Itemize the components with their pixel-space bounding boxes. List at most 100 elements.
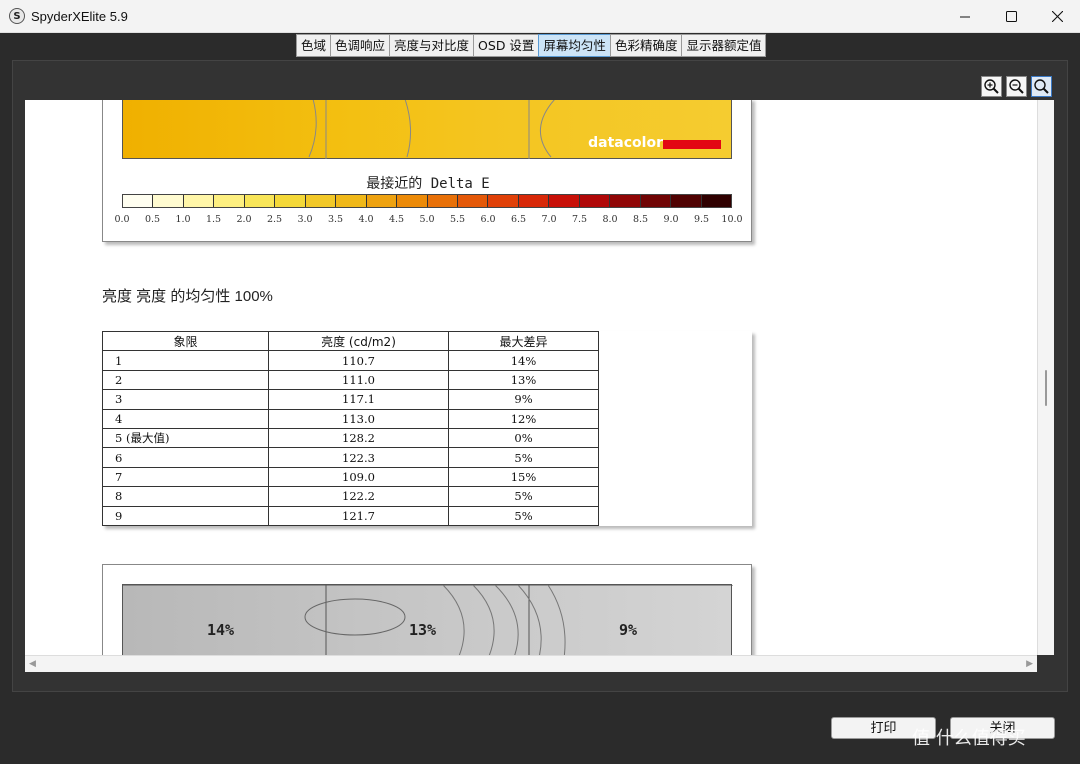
legend-title: 最接近的 Delta E <box>366 176 490 192</box>
legend-tick-label: 8.0 <box>602 214 618 225</box>
legend-tick-label: 2.0 <box>236 214 252 225</box>
zoom-out-icon <box>1009 79 1024 94</box>
legend-tick-label: 0.0 <box>114 214 130 225</box>
legend-segment <box>579 195 611 207</box>
table-row: 7 109.0 15% <box>102 466 599 488</box>
legend-tick-label: 7.0 <box>541 214 557 225</box>
legend-segment <box>549 195 580 207</box>
legend-tick-label: 9.0 <box>663 214 679 225</box>
window-controls <box>942 0 1080 33</box>
delta-e-legend-labels: 0.0 0.5 1.0 1.5 2.0 2.5 3.0 3.5 4.0 4.5 5.0 5.5 6.0 6… <box>114 214 752 226</box>
difference-cell: 5% <box>448 505 599 526</box>
legend-segment <box>701 195 732 207</box>
legend-tick-label: 6.0 <box>480 214 496 225</box>
zoom-toolbar <box>981 76 1052 97</box>
zoom-in-button[interactable] <box>981 76 1002 97</box>
zoom-fit-button[interactable] <box>1031 76 1052 97</box>
vertical-scroll-thumb[interactable] <box>1045 370 1047 406</box>
legend-tick-label: 0.5 <box>144 214 161 225</box>
tab-tone-response[interactable]: 色调响应 <box>330 34 390 57</box>
legend-tick-label: 6.5 <box>510 214 527 225</box>
quadrant-cell: 7 <box>102 466 269 488</box>
legend-segment <box>427 195 458 207</box>
quadrant-cell: 3 <box>102 389 269 410</box>
difference-cell: 0% <box>448 427 599 449</box>
quadrant-cell: 6 <box>102 447 269 468</box>
luminance-cell: 121.7 <box>268 505 449 526</box>
table-row: 9 121.7 5% <box>102 505 599 526</box>
legend-tick-label: 7.5 <box>571 214 588 225</box>
quadrant-cell: 4 <box>102 408 269 429</box>
luminance-cell: 113.0 <box>268 408 449 429</box>
legend-segment <box>397 195 428 207</box>
scroll-left-icon[interactable]: ◀ <box>29 659 36 669</box>
legend-segment <box>336 195 367 207</box>
legend-segment <box>366 195 398 207</box>
scroll-right-icon[interactable]: ▶ <box>1026 659 1033 669</box>
column-header-luminance: 亮度 (cd/m2) <box>268 330 449 352</box>
tab-screen-uniformity[interactable]: 屏幕均匀性 <box>538 34 610 57</box>
table-row: 8 122.2 5% <box>102 486 599 507</box>
tab-display-rating[interactable]: 显示器额定值 <box>681 34 767 57</box>
luminance-table-card: 象限 亮度 (cd/m2) 最大差异 1 110.7 14% 2 111.0 13% 3… <box>102 330 752 526</box>
luminance-cell: 111.0 <box>268 369 449 391</box>
title-bar: S SpyderXElite 5.9 <box>0 0 1080 33</box>
legend-tick-label: 4.0 <box>358 214 374 225</box>
legend-tick-label: 4.5 <box>388 214 405 225</box>
close-window-button[interactable] <box>1034 0 1080 33</box>
quadrant-cell: 2 <box>102 369 269 391</box>
legend-segment <box>214 195 245 207</box>
table-row: 4 113.0 12% <box>102 408 599 429</box>
close-icon <box>1051 11 1063 22</box>
uniformity-map-card: datacolor 最接近的 Delta E 0.0 0.5 1.0 1.5 2.0 2.… <box>102 100 752 242</box>
legend-tick-label: 1.5 <box>205 214 222 225</box>
quadrant-3-label: 9% <box>619 621 638 639</box>
quadrant-cell: 8 <box>102 486 269 507</box>
window-title: SpyderXElite 5.9 <box>31 8 128 24</box>
column-header-max-difference: 最大差异 <box>448 330 599 352</box>
legend-segment <box>457 195 489 207</box>
legend-tick-label: 10.0 <box>721 214 743 225</box>
difference-cell: 5% <box>448 447 599 468</box>
difference-cell: 12% <box>448 408 599 429</box>
quadrant-2-label: 13% <box>409 621 437 639</box>
tab-brightness-contrast[interactable]: 亮度与对比度 <box>389 34 474 57</box>
app-icon: S <box>9 8 25 24</box>
minimize-button[interactable] <box>942 0 988 33</box>
horizontal-scrollbar[interactable]: ◀ ▶ <box>25 655 1037 672</box>
difference-cell: 5% <box>448 486 599 507</box>
legend-segment <box>244 195 276 207</box>
legend-segment <box>183 195 215 207</box>
table-row: 3 117.1 9% <box>102 389 599 410</box>
minimize-icon <box>960 16 970 17</box>
quadrant-cell: 1 <box>102 350 269 371</box>
legend-segment <box>610 195 641 207</box>
zoom-in-icon <box>984 79 999 94</box>
maximize-button[interactable] <box>988 0 1034 33</box>
datacolor-logo-bar <box>663 140 721 149</box>
difference-cell: 15% <box>448 466 599 488</box>
report-view[interactable]: datacolor 最接近的 Delta E 0.0 0.5 1.0 1.5 2.0 2.… <box>25 100 1054 655</box>
tab-color-accuracy[interactable]: 色彩精确度 <box>609 34 682 57</box>
delta-e-legend-bar <box>122 194 732 208</box>
zoom-out-button[interactable] <box>1006 76 1027 97</box>
luminance-cell: 117.1 <box>268 389 449 410</box>
legend-tick-label: 3.0 <box>297 214 313 225</box>
table-row: 5 (最大值) 128.2 0% <box>102 427 599 449</box>
luminance-cell: 122.2 <box>268 486 449 507</box>
legend-segment <box>153 195 184 207</box>
legend-segment <box>275 195 306 207</box>
tab-osd-settings[interactable]: OSD 设置 <box>473 34 539 57</box>
vertical-scrollbar[interactable] <box>1037 100 1054 655</box>
luminance-cell: 110.7 <box>268 350 449 371</box>
difference-cell: 9% <box>448 389 599 410</box>
table-row: 1 110.7 14% <box>102 350 599 371</box>
luminance-cell: 128.2 <box>268 427 449 449</box>
tab-gamut[interactable]: 色域 <box>296 34 331 57</box>
maximize-icon <box>1005 11 1017 22</box>
luminance-uniformity-map: 14% 13% 9% <box>122 584 733 655</box>
luminance-table: 象限 亮度 (cd/m2) 最大差异 1 110.7 14% 2 111.0 13% 3… <box>102 330 599 526</box>
quadrant-1-label: 14% <box>207 621 235 639</box>
legend-segment <box>640 195 672 207</box>
report-tabs: 色域 色调响应 亮度与对比度 OSD 设置 屏幕均匀性 色彩精确度 显示器额定值 <box>296 34 767 57</box>
